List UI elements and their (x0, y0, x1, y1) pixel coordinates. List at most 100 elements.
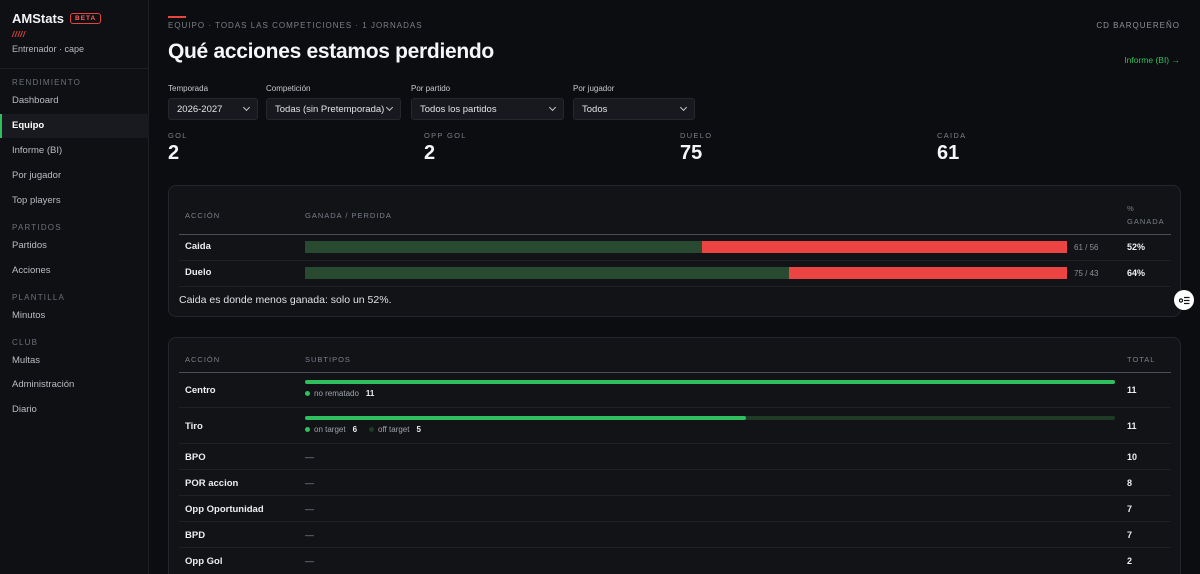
legend-dot-icon (305, 427, 310, 432)
stat-value: 75 (680, 142, 703, 164)
beta-badge: BETA (70, 13, 102, 24)
user-role: Entrenador · cape (12, 44, 85, 54)
chevron-down-icon (679, 103, 688, 112)
legend-label: no rematado (314, 389, 359, 398)
col-header-pct-ganada: GANADA (1127, 217, 1165, 226)
row-divider (179, 547, 1171, 548)
section-rendimiento: RENDIMIENTO (12, 78, 82, 87)
subtype-bar (305, 380, 1115, 384)
header-divider (179, 234, 1171, 235)
filter-label: Temporada (168, 84, 209, 93)
chevron-down-icon (242, 103, 251, 112)
row-total: 11 (1127, 385, 1137, 395)
sidebar-item-dashboard[interactable]: Dashboard (0, 89, 149, 113)
filter-por-partido: Por partido Todos los partidos (411, 84, 564, 120)
col-header-action: ACCIÓN (185, 211, 221, 220)
row-name: BPO (185, 452, 206, 463)
breadcrumb: EQUIPO · TODAS LAS COMPETICIONES · 1 JOR… (168, 21, 423, 30)
stat-opp-gol: OPP GOL 2 (424, 131, 467, 165)
subtype-fill (305, 380, 1115, 384)
row-divider (179, 260, 1171, 261)
row-empty: — (305, 556, 314, 566)
select-value: Todos (582, 103, 608, 115)
stat-label: GOL (168, 131, 188, 140)
chevron-down-icon (548, 103, 557, 112)
row-name: Centro (185, 385, 216, 396)
row-empty: — (305, 504, 314, 514)
sidebar-item-diario[interactable]: Diario (0, 398, 149, 422)
legend-dot-icon (305, 391, 310, 396)
sidebar-item-administracion[interactable]: Administración (0, 373, 149, 397)
row-name: BPD (185, 530, 206, 541)
competition-select[interactable]: Todas (sin Pretemporada) (266, 98, 401, 120)
row-name: Tiro (185, 421, 203, 432)
pct-won: 64% (1127, 268, 1146, 278)
row-name: Opp Oportunidad (185, 504, 264, 515)
filter-competicion: Competición Todas (sin Pretemporada) (266, 84, 401, 120)
row-name: Caida (185, 241, 211, 252)
row-divider (179, 469, 1171, 470)
filter-list-glyph (1178, 296, 1189, 304)
insight-text: Caida es donde menos ganada: solo un 52%… (179, 294, 392, 306)
won-segment (305, 267, 790, 279)
brand-slashes: ///// (12, 30, 26, 39)
page-title: Qué acciones estamos perdiendo (168, 40, 494, 63)
report-bi-link[interactable]: Informe (BI) → (1124, 55, 1180, 65)
legend-label: on target (314, 425, 346, 434)
header-divider (179, 372, 1171, 373)
row-name: Opp Gol (185, 556, 223, 567)
stat-duelo: DUELO 75 (680, 131, 712, 165)
brand-name: AMStats (12, 11, 65, 26)
sidebar-item-por-jugador[interactable]: Por jugador (0, 164, 149, 188)
col-header-pct: % (1127, 204, 1135, 213)
accent-line (168, 16, 186, 18)
sidebar-item-informe[interactable]: Informe (BI) (0, 139, 149, 163)
col-header-won-lost: GANADA / PERDIDA (305, 211, 392, 220)
season-select[interactable]: 2026-2027 (168, 98, 258, 120)
won-lost-ratio: 61 / 56 (1074, 243, 1099, 252)
filter-list-icon[interactable] (1174, 290, 1194, 310)
legend-dot-icon (369, 427, 375, 432)
won-lost-bar (305, 267, 1067, 279)
filter-por-jugador: Por jugador Todos (573, 84, 695, 120)
match-select[interactable]: Todos los partidos (411, 98, 564, 120)
pct-won: 52% (1127, 242, 1146, 252)
subtype-bar (305, 416, 1115, 420)
legend-item: no rematado 11 (305, 389, 374, 398)
legend-value: 5 (416, 425, 421, 434)
filter-temporada: Temporada 2026-2027 (168, 84, 258, 120)
sidebar-divider (0, 68, 149, 69)
brand[interactable]: AMStats BETA (12, 11, 102, 26)
sidebar-item-partidos[interactable]: Partidos (0, 234, 149, 258)
legend-value: 6 (352, 425, 358, 434)
stat-value: 2 (424, 142, 436, 164)
col-header-total: TOTAL (1127, 355, 1156, 364)
stat-gol: GOL 2 (168, 131, 188, 165)
stat-value: 61 (937, 142, 960, 164)
section-plantilla: PLANTILLA (12, 293, 66, 302)
legend-item: off target 5 (369, 425, 421, 434)
stat-label: CAIDA (937, 131, 967, 140)
row-total: 7 (1127, 504, 1133, 514)
row-divider (179, 443, 1171, 444)
subtypes-card: ACCIÓN SUBTIPOS TOTAL Centro no rematado… (168, 337, 1181, 574)
subtype-legend: on target 6 off target 5 (305, 425, 421, 434)
row-total: 10 (1127, 452, 1138, 462)
col-header-subtypes: SUBTIPOS (305, 355, 351, 364)
select-value: Todos los partidos (420, 103, 497, 115)
row-empty: — (305, 452, 314, 462)
sidebar-item-top-players[interactable]: Top players (0, 189, 149, 213)
row-divider (179, 521, 1171, 522)
select-value: 2026-2027 (177, 103, 223, 115)
row-divider (179, 495, 1171, 496)
stat-caida: CAIDA 61 (937, 131, 966, 165)
row-total: 2 (1127, 556, 1133, 566)
player-select[interactable]: Todos (573, 98, 695, 120)
row-total: 8 (1127, 478, 1133, 488)
chevron-down-icon (385, 103, 394, 112)
sidebar-item-multas[interactable]: Multas (0, 349, 149, 373)
sidebar-item-acciones[interactable]: Acciones (0, 259, 149, 283)
col-header-action: ACCIÓN (185, 355, 221, 364)
sidebar-item-equipo[interactable]: Equipo (0, 114, 149, 138)
sidebar-item-minutos[interactable]: Minutos (0, 304, 149, 328)
